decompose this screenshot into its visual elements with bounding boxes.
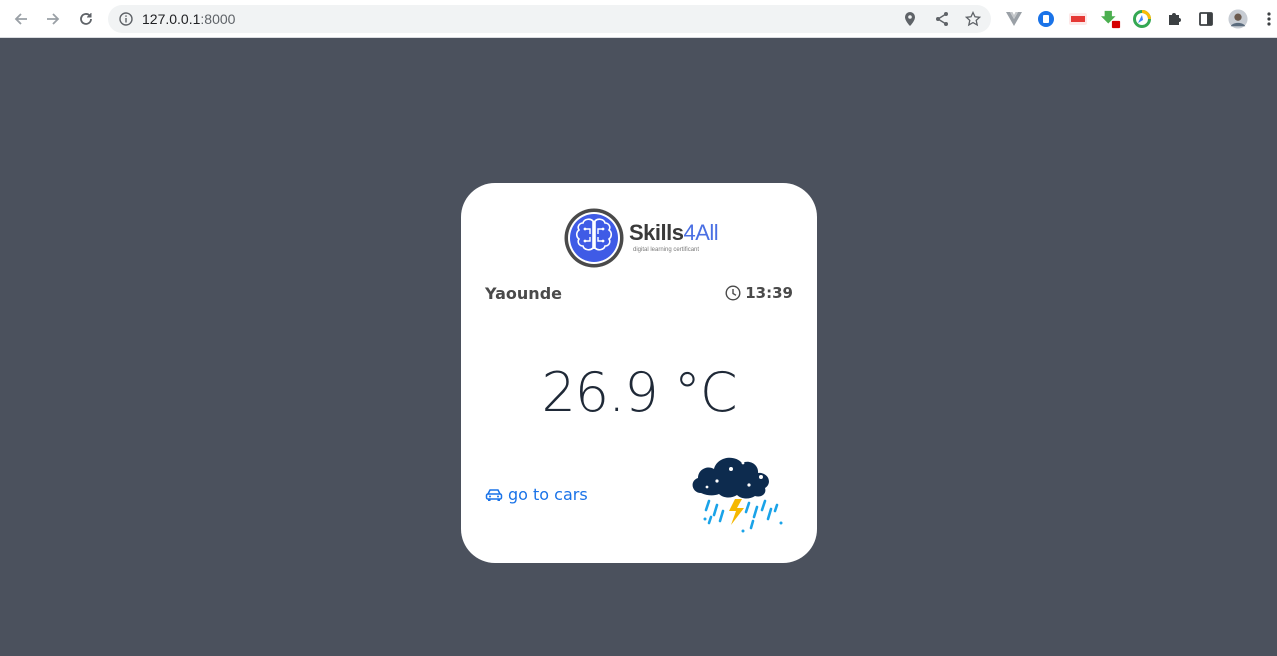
red-extension-icon[interactable]: [1068, 9, 1088, 29]
star-icon[interactable]: [965, 11, 981, 27]
blue-extension-icon[interactable]: [1036, 9, 1056, 29]
green-extension-icon[interactable]: [1101, 9, 1121, 29]
browser-toolbar: 127.0.0.1:8000: [0, 0, 1277, 38]
logo-name-main: Skills: [629, 220, 684, 245]
address-bar[interactable]: 127.0.0.1:8000: [108, 5, 991, 33]
puzzle-icon[interactable]: [1164, 9, 1184, 29]
car-icon: [485, 488, 503, 501]
logo-name-accent: 4All: [683, 220, 719, 245]
share-icon[interactable]: [934, 11, 950, 27]
info-icon[interactable]: [118, 11, 134, 27]
vue-devtools-icon[interactable]: [1004, 9, 1024, 29]
city-name: Yaounde: [485, 284, 562, 303]
thunderstorm-cloud-icon: [692, 457, 783, 533]
side-panel-icon[interactable]: [1196, 9, 1216, 29]
weather-card: Skills4All digital learning certificant …: [461, 183, 817, 563]
skills4all-logo: Skills4All digital learning certificant: [563, 206, 723, 270]
arrow-right-icon: [47, 13, 60, 25]
time-value: 13:39: [745, 284, 793, 302]
temperature-value: 26.9 °C: [541, 361, 737, 424]
location-pin-icon[interactable]: [902, 11, 918, 27]
reload-button[interactable]: [76, 9, 96, 29]
arrow-left-icon: [14, 13, 27, 25]
logo-tagline: digital learning certificant: [633, 247, 700, 253]
clock-icon: [725, 285, 741, 301]
logo-wordmark: Skills4All: [629, 220, 719, 246]
back-button[interactable]: [11, 9, 31, 29]
local-time: 13:39: [725, 284, 793, 302]
go-to-cars-label: go to cars: [508, 485, 588, 504]
forward-button[interactable]: [43, 9, 63, 29]
brain-icon: [564, 208, 624, 268]
url-host: 127.0.0.1: [142, 11, 201, 27]
profile-avatar[interactable]: [1228, 9, 1248, 29]
google-extension-icon[interactable]: [1132, 9, 1152, 29]
url-text[interactable]: 127.0.0.1:8000: [142, 11, 235, 27]
reload-icon: [80, 13, 92, 25]
go-to-cars-link[interactable]: go to cars: [485, 485, 588, 504]
url-port: :8000: [200, 11, 236, 27]
more-menu-icon[interactable]: [1259, 9, 1277, 29]
